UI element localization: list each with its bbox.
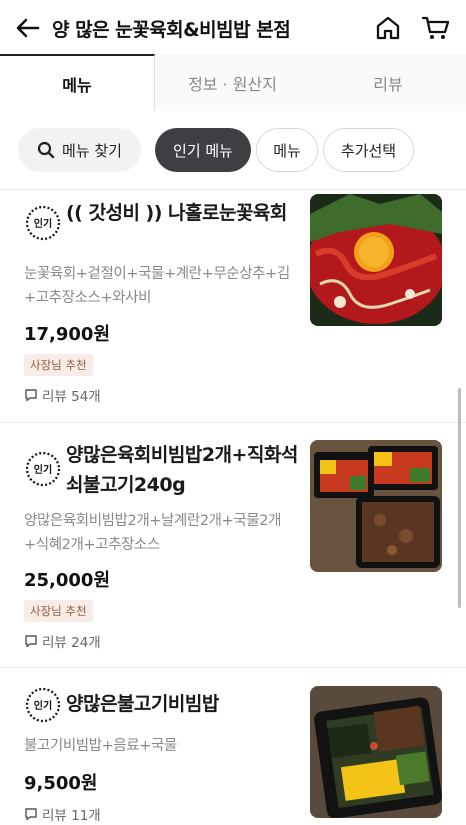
cart-icon[interactable]	[421, 14, 451, 42]
owner-recommend-badge: 사장님 추천	[24, 600, 93, 622]
item-description: 눈꽃육회+겉절이+국물+계란+무순상추+김+고추장소스+와사비	[24, 266, 290, 306]
item-description: 양많은육회비빔밥2개+날계란2개+국물2개+식혜2개+고추장소스	[24, 513, 282, 553]
menu-search-label: 메뉴 찾기	[62, 141, 122, 160]
popular-badge-icon: 인기	[25, 687, 61, 723]
item-review-count: 리뷰 24개	[24, 631, 101, 651]
item-name: 양많은육회비빔밥2개+직화석쇠불고기240g	[66, 444, 298, 496]
review-count-label: 리뷰 11개	[42, 808, 101, 824]
comment-icon	[25, 635, 37, 648]
comment-icon	[25, 808, 37, 821]
menu-search-button[interactable]: 메뉴 찾기	[18, 128, 141, 172]
category-chips: 메뉴 찾기 인기 메뉴 메뉴 추가선택	[0, 128, 466, 176]
menu-item[interactable]: 인기 (( 갓성비 )) 나홀로눈꽃육회 눈꽃육회+겉절이+국물+계란+무순상추…	[0, 190, 466, 422]
item-name: (( 갓성비 )) 나홀로눈꽃육회	[66, 202, 287, 224]
scrollbar[interactable]	[458, 388, 461, 608]
popular-badge-icon: 인기	[25, 451, 61, 487]
badge-label: 인기	[34, 463, 52, 476]
tab-bar: 메뉴 정보 · 원산지 리뷰	[0, 54, 466, 111]
item-description: 불고기비빔밥+음료+국물	[24, 738, 177, 754]
review-count-label: 리뷰 24개	[42, 635, 101, 651]
store-title: 양 많은 눈꽃육회&비빔밥 본점	[52, 19, 291, 41]
item-photo	[310, 440, 442, 572]
item-name: 양많은불고기비빔밥	[66, 693, 219, 715]
badge-label: 인기	[34, 217, 52, 230]
item-price: 17,900원	[24, 324, 111, 345]
item-price: 9,500원	[24, 773, 98, 794]
item-photo	[310, 686, 442, 818]
top-bar: 양 많은 눈꽃육회&비빔밥 본점	[0, 0, 466, 56]
chip-extra-options[interactable]: 추가선택	[323, 128, 414, 172]
menu-item[interactable]: 인기 양많은육회비빔밥2개+직화석쇠불고기240g 양많은육회비빔밥2개+날계란…	[0, 423, 466, 667]
tab-info-origin[interactable]: 정보 · 원산지	[155, 54, 310, 111]
item-price: 25,000원	[24, 570, 111, 591]
search-icon	[37, 141, 55, 159]
popular-badge-icon: 인기	[25, 205, 61, 241]
review-count-label: 리뷰 54개	[42, 389, 101, 405]
tab-menu[interactable]: 메뉴	[0, 54, 155, 111]
chip-popular-menu[interactable]: 인기 메뉴	[155, 128, 251, 172]
chip-menu[interactable]: 메뉴	[256, 128, 318, 172]
item-photo	[310, 194, 442, 326]
item-review-count: 리뷰 11개	[24, 804, 101, 824]
home-icon[interactable]	[374, 14, 402, 42]
tab-reviews[interactable]: 리뷰	[310, 54, 466, 111]
menu-item[interactable]: 인기 양많은불고기비빔밥 불고기비빔밥+음료+국물 9,500원 리뷰 11개	[0, 668, 466, 825]
owner-recommend-badge: 사장님 추천	[24, 354, 93, 376]
back-arrow-icon[interactable]	[14, 14, 42, 42]
badge-label: 인기	[34, 699, 52, 712]
item-review-count: 리뷰 54개	[24, 385, 101, 405]
comment-icon	[25, 389, 37, 402]
